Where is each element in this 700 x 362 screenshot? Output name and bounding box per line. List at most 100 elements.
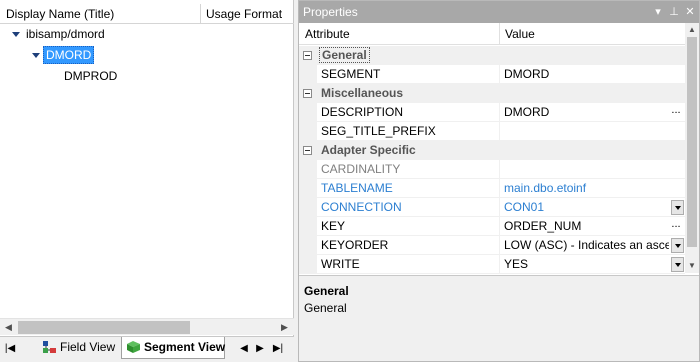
expand-arrow-icon[interactable] (32, 53, 40, 58)
property-name: CARDINALITY (321, 162, 401, 176)
category-cell: Adapter Specific (317, 141, 685, 160)
segment-tree: ibisamp/dmord DMORD DMPROD (0, 25, 294, 317)
scroll-up-icon[interactable]: ▲ (685, 23, 699, 37)
property-value: LOW (ASC) - Indicates an ascer (504, 238, 669, 252)
tree-node-file[interactable]: ibisamp/dmord (10, 25, 210, 43)
dropdown-arrow-icon[interactable] (671, 238, 684, 253)
view-tab-bar: |◀ Field View Segment View ◀ ▶ ▶| (0, 336, 294, 362)
tree-node-label: DMPROD (64, 69, 118, 83)
property-name: KEYORDER (321, 238, 389, 252)
scroll-left-icon[interactable]: ◀ (0, 319, 17, 336)
property-value: ORDER_NUM (504, 219, 582, 233)
row-gutter (299, 122, 317, 141)
field-view-icon (43, 341, 56, 353)
column-usage-format[interactable]: Usage Format (206, 7, 282, 21)
vertical-scrollbar[interactable]: ▲ ▼ (685, 23, 699, 273)
property-name-cell: WRITE (317, 255, 500, 274)
property-value-cell[interactable]: DMORD (500, 65, 685, 84)
property-name-cell: KEY (317, 217, 500, 236)
ellipsis-button[interactable]: ... (669, 217, 683, 235)
tree-node-segment[interactable]: DMORD (30, 46, 180, 64)
horizontal-scrollbar[interactable]: ◀ ▶ (0, 318, 294, 335)
close-icon[interactable]: ✕ (683, 4, 697, 20)
property-name: SEG_TITLE_PREFIX (321, 124, 436, 138)
property-name-cell: SEGMENT (317, 65, 500, 84)
property-row-write[interactable]: WRITE YES (299, 255, 685, 274)
tree-node-child-segment[interactable]: DMPROD (64, 67, 184, 85)
category-adapter-specific[interactable]: Adapter Specific (299, 141, 685, 160)
property-value-cell[interactable]: ORDER_NUM ... (500, 217, 685, 236)
tab-next-icon[interactable]: ▶ (253, 341, 267, 357)
row-gutter (299, 103, 317, 122)
category-label: Miscellaneous (321, 86, 404, 100)
property-name: WRITE (321, 257, 360, 271)
property-row-description[interactable]: DESCRIPTION DMORD ... (299, 103, 685, 122)
row-gutter (299, 179, 317, 198)
property-row-segment[interactable]: SEGMENT DMORD (299, 65, 685, 84)
scroll-thumb[interactable] (687, 37, 697, 247)
tab-segment-view[interactable]: Segment View (121, 337, 225, 359)
dropdown-arrow-icon[interactable] (671, 257, 684, 272)
property-value-cell[interactable] (500, 160, 685, 179)
property-row-seg-title-prefix[interactable]: SEG_TITLE_PREFIX (299, 122, 685, 141)
scroll-right-icon[interactable]: ▶ (276, 319, 293, 336)
property-value-cell[interactable]: YES (500, 255, 685, 274)
property-value-cell[interactable]: LOW (ASC) - Indicates an ascer (500, 236, 685, 255)
tab-first-icon[interactable]: |◀ (3, 341, 17, 357)
panel-title: Properties (303, 5, 358, 19)
property-row-cardinality[interactable]: CARDINALITY (299, 160, 685, 179)
property-value-cell[interactable] (500, 122, 685, 141)
collapse-icon[interactable] (303, 146, 312, 155)
collapse-icon[interactable] (303, 89, 312, 98)
expand-arrow-icon[interactable] (12, 32, 20, 37)
tab-label: Field View (60, 340, 116, 354)
dropdown-arrow-icon[interactable] (671, 200, 684, 215)
row-gutter (299, 217, 317, 236)
category-cell: Miscellaneous (317, 84, 685, 103)
category-general[interactable]: General (299, 46, 685, 65)
property-name-cell: KEYORDER (317, 236, 500, 255)
column-separator[interactable] (499, 23, 500, 45)
tab-last-icon[interactable]: ▶| (271, 341, 285, 357)
property-grid: Attribute Value General SEGMENT DMORD Mi… (299, 23, 699, 274)
property-value-cell[interactable]: main.dbo.etoinf (500, 179, 685, 198)
description-title: General (304, 284, 349, 298)
tab-prev-icon[interactable]: ◀ (237, 341, 251, 357)
property-name: SEGMENT (321, 67, 381, 81)
property-row-tablename[interactable]: TABLENAME main.dbo.etoinf (299, 179, 685, 198)
column-separator[interactable] (200, 4, 201, 24)
property-name-cell: CARDINALITY (317, 160, 500, 179)
row-gutter (299, 255, 317, 274)
row-gutter (299, 236, 317, 255)
dropdown-menu-icon[interactable]: ▾ (651, 4, 665, 20)
property-name: TABLENAME (321, 181, 393, 195)
property-row-keyorder[interactable]: KEYORDER LOW (ASC) - Indicates an ascer (299, 236, 685, 255)
column-display-name[interactable]: Display Name (Title) (6, 7, 114, 21)
tab-field-view[interactable]: Field View (38, 337, 120, 359)
property-name-cell: TABLENAME (317, 179, 500, 198)
property-name: DESCRIPTION (321, 105, 404, 119)
schema-tree-panel: Display Name (Title) Usage Format ibisam… (0, 0, 294, 362)
property-name: CONNECTION (321, 200, 402, 214)
row-gutter (299, 141, 317, 160)
property-row-key[interactable]: KEY ORDER_NUM ... (299, 217, 685, 236)
collapse-icon[interactable] (303, 51, 312, 60)
scroll-down-icon[interactable]: ▼ (685, 259, 699, 273)
tree-node-label-selected: DMORD (43, 46, 95, 64)
column-value: Value (505, 27, 535, 41)
ellipsis-button[interactable]: ... (669, 103, 683, 121)
property-value-cell[interactable]: CON01 (500, 198, 685, 217)
segment-view-icon (127, 341, 140, 353)
scroll-thumb[interactable] (18, 321, 190, 334)
property-description-pane: General General (299, 275, 699, 361)
tree-node-label: ibisamp/dmord (26, 27, 105, 41)
category-label: Adapter Specific (321, 143, 416, 157)
property-row-connection[interactable]: CONNECTION CON01 (299, 198, 685, 217)
property-value: CON01 (504, 200, 545, 214)
category-cell: General (317, 46, 685, 65)
pin-icon[interactable]: ⊥ (667, 4, 681, 20)
properties-title-bar: Properties ▾ ⊥ ✕ (299, 1, 699, 23)
category-miscellaneous[interactable]: Miscellaneous (299, 84, 685, 103)
property-name-cell: DESCRIPTION (317, 103, 500, 122)
property-value-cell[interactable]: DMORD ... (500, 103, 685, 122)
